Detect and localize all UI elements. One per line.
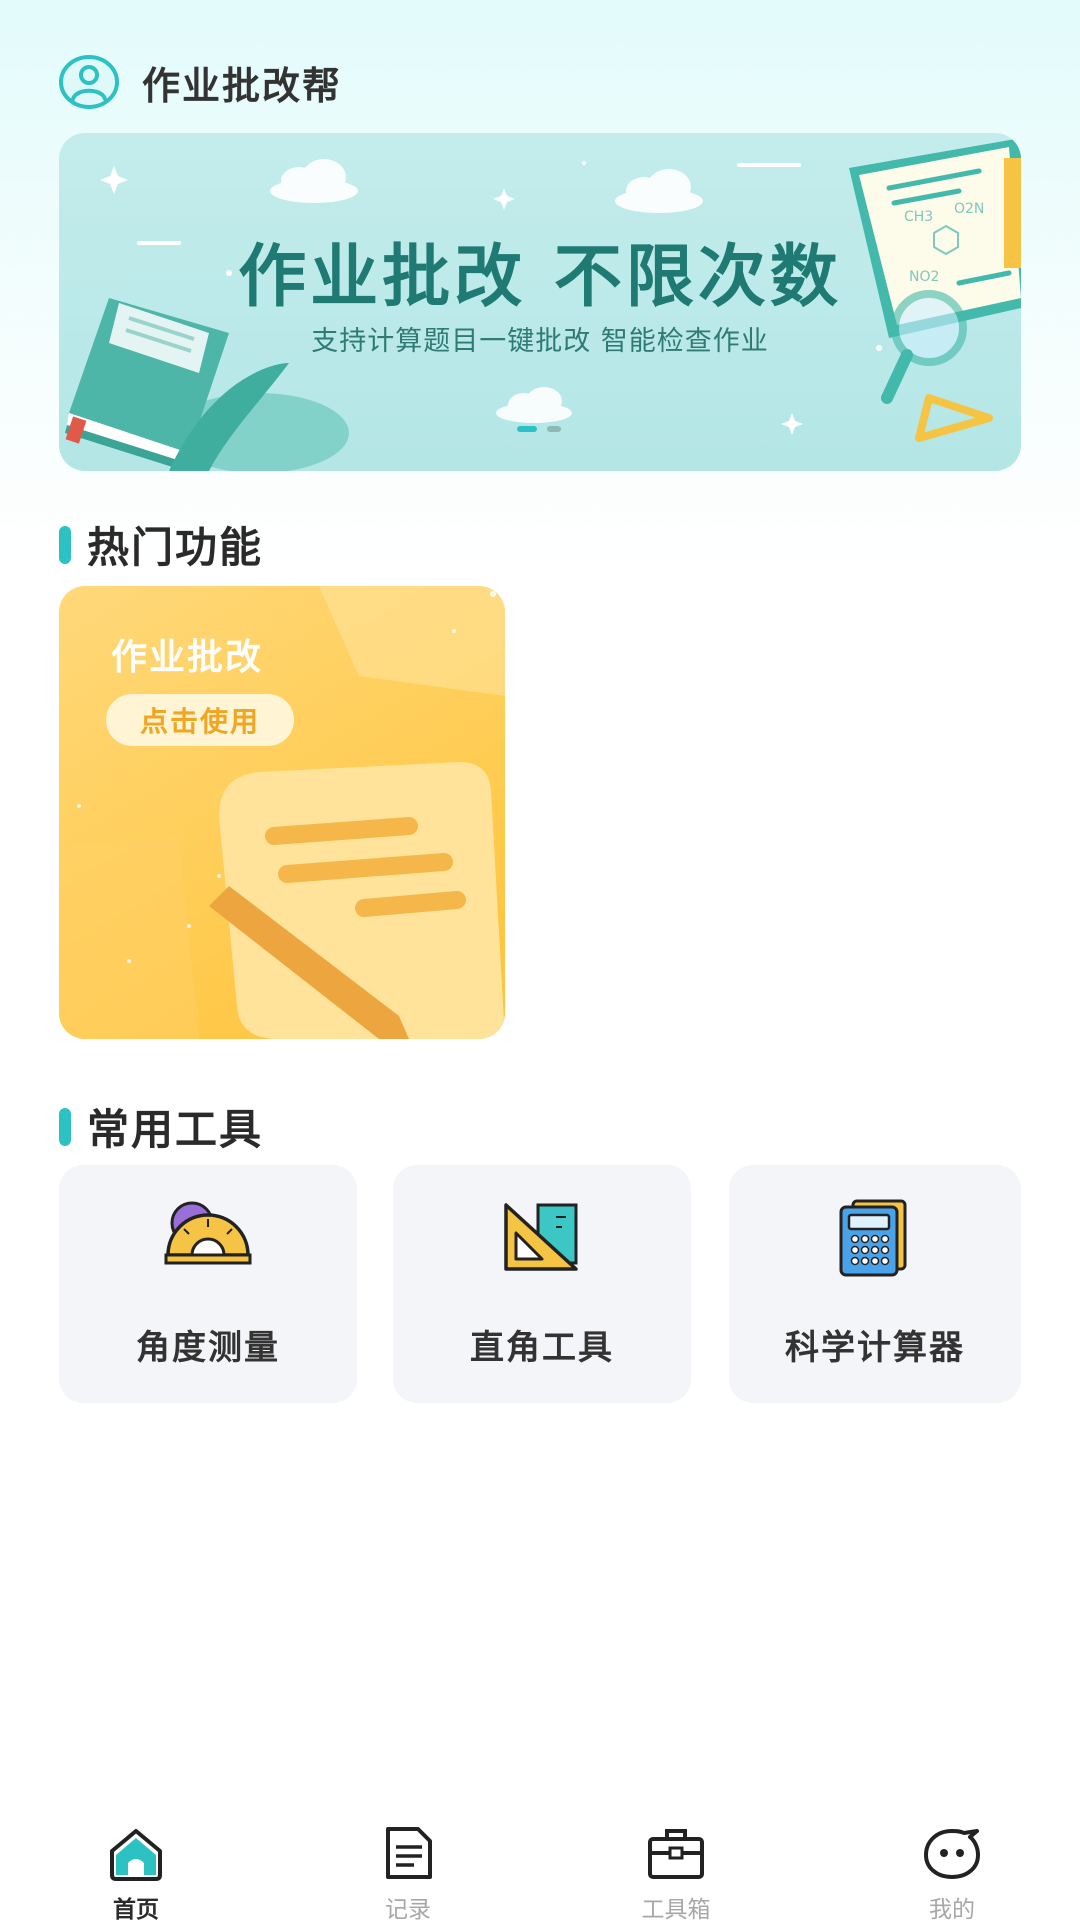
banner-dot-1[interactable]: [517, 426, 537, 432]
document-pencil-icon: [209, 762, 505, 1039]
bottom-navigation: 首页 记录 工具箱 我的: [0, 1810, 1080, 1920]
tool-scientific-calculator[interactable]: 科学计算器: [729, 1165, 1021, 1403]
homework-grading-card[interactable]: 作业批改 点击使用: [59, 586, 505, 1039]
nav-toolbox[interactable]: 工具箱: [606, 1810, 746, 1920]
tool-label: 科学计算器: [785, 1328, 965, 1368]
protractor-icon: [164, 1201, 252, 1265]
nav-label: 首页: [113, 1897, 159, 1920]
app-header: 作业批改帮: [58, 52, 342, 112]
nav-label: 记录: [385, 1897, 431, 1920]
banner-subtitle: 支持计算题目一键批改 智能检查作业: [311, 326, 769, 357]
common-tools-header: 常用工具: [59, 1096, 263, 1157]
use-now-button[interactable]: 点击使用: [106, 694, 294, 746]
banner-pagination: [517, 426, 561, 432]
hot-features-header: 热门功能: [59, 514, 263, 575]
document-icon: [386, 1827, 432, 1879]
nav-profile[interactable]: 我的: [882, 1810, 1022, 1920]
nav-label: 我的: [929, 1897, 975, 1920]
tool-angle-measure[interactable]: 角度测量: [59, 1165, 357, 1403]
tool-right-angle[interactable]: 直角工具: [393, 1165, 691, 1403]
user-avatar-icon[interactable]: [58, 54, 120, 110]
nav-label: 工具箱: [641, 1897, 711, 1920]
formula-o2n: O2N: [954, 201, 984, 217]
section-accent-bar: [59, 525, 71, 564]
smiley-icon: [924, 1829, 980, 1879]
set-square-icon: [504, 1203, 578, 1271]
tool-label: 角度测量: [136, 1328, 280, 1368]
promo-banner[interactable]: CH3 O2N NO2 作业批改 不限次数 支持计算题目一键批改 智能检查作业: [59, 133, 1021, 471]
tools-grid: 角度测量 直角工具 科学计算器: [59, 1165, 1021, 1403]
app-title: 作业批改帮: [142, 63, 343, 108]
banner-title: 作业批改 不限次数: [238, 238, 842, 317]
calculator-icon: [839, 1199, 907, 1277]
common-tools-title: 常用工具: [87, 1105, 264, 1154]
nav-records[interactable]: 记录: [338, 1810, 478, 1920]
banner-dot-2[interactable]: [547, 426, 561, 432]
hot-features-title: 热门功能: [87, 523, 264, 572]
section-accent-bar: [59, 1107, 71, 1146]
feature-title: 作业批改: [111, 637, 264, 678]
home-icon: [110, 1829, 162, 1881]
tool-label: 直角工具: [470, 1328, 614, 1368]
nav-home[interactable]: 首页: [66, 1810, 206, 1920]
toolbox-icon: [648, 1829, 704, 1879]
